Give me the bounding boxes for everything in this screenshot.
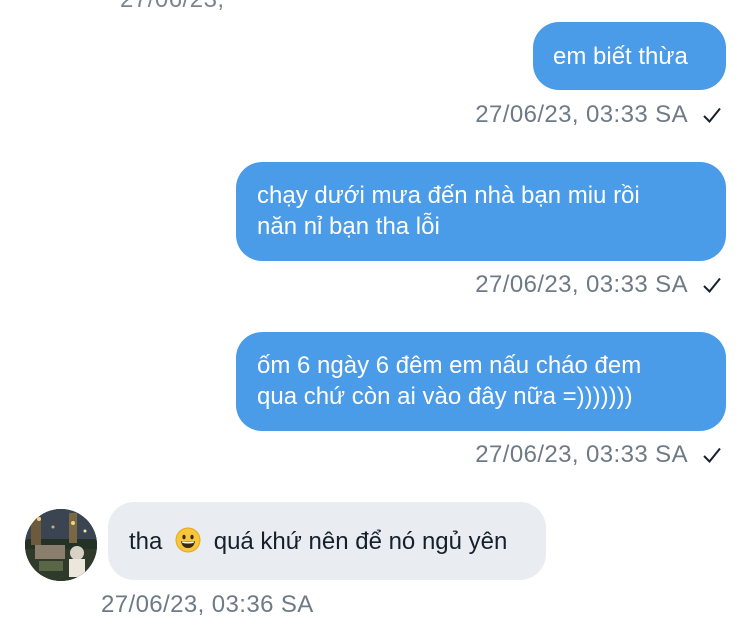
- message-text: em biết thừa: [553, 43, 688, 70]
- message-timestamp: 27/06/23, 03:36 SA: [101, 591, 314, 618]
- previous-timestamp-fragment: 27/06/23,: [120, 0, 225, 14]
- avatar-photo: [25, 509, 97, 581]
- grinning-face-emoji: [175, 527, 201, 553]
- incoming-message-bubble[interactable]: tha quá khứ nên để nó ngủ yên: [108, 502, 546, 580]
- message-timestamp: 27/06/23, 03:33 SA: [475, 271, 688, 298]
- message-text-line: chạy dưới mưa đến nhà bạn miu rồi: [257, 182, 640, 209]
- outgoing-message-bubble[interactable]: ốm 6 ngày 6 đêm em nấu cháo đem qua chứ …: [236, 332, 726, 431]
- outgoing-message-bubble[interactable]: em biết thừa: [533, 22, 726, 90]
- sent-check-icon: [703, 447, 721, 463]
- message-meta: 27/06/23, 03:36 SA: [101, 591, 314, 619]
- message-timestamp: 27/06/23, 03:33 SA: [475, 101, 688, 128]
- message-meta: 27/06/23, 03:33 SA: [475, 441, 722, 469]
- message-text-line: năn nỉ bạn tha lỗi: [257, 213, 440, 240]
- sent-check-icon: [703, 107, 721, 123]
- chat-thread: 27/06/23, em biết thừa 27/06/23, 03:33 S…: [0, 0, 750, 632]
- message-meta: 27/06/23, 03:33 SA: [475, 271, 722, 299]
- message-text-line: qua chứ còn ai vào đây nữa =))))))): [257, 383, 633, 410]
- outgoing-message-bubble[interactable]: chạy dưới mưa đến nhà bạn miu rồi năn nỉ…: [236, 162, 726, 261]
- user-avatar[interactable]: [25, 509, 97, 581]
- message-meta: 27/06/23, 03:33 SA: [475, 101, 722, 129]
- message-text: quá khứ nên để nó ngủ yên: [213, 528, 508, 555]
- sent-check-icon: [703, 277, 721, 293]
- message-text: tha: [129, 528, 163, 555]
- message-text-line: ốm 6 ngày 6 đêm em nấu cháo đem: [257, 352, 642, 379]
- message-timestamp: 27/06/23, 03:33 SA: [475, 441, 688, 468]
